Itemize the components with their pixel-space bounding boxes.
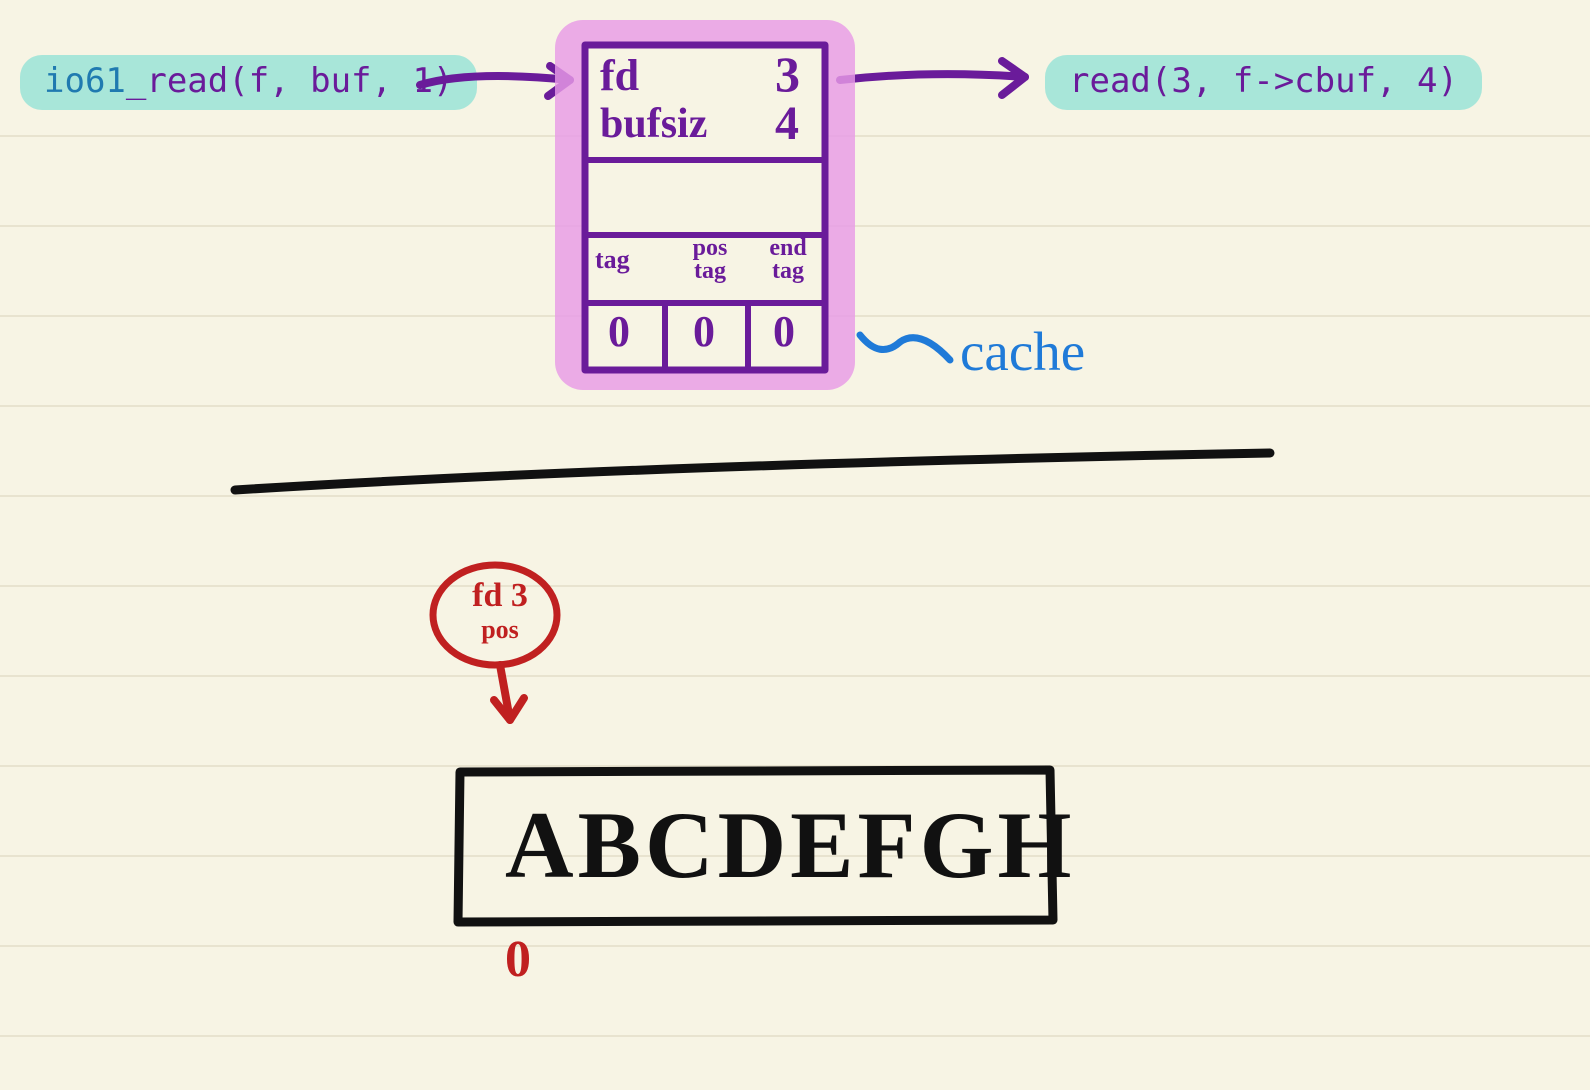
- call-io61-read: io61_read(f, buf, 1): [20, 55, 477, 110]
- fn-name: io61: [44, 61, 126, 101]
- fn-rest: _read(f, buf, 1): [126, 61, 454, 101]
- file-contents: ABCDEFGH: [505, 790, 1075, 900]
- fd-label: fd: [600, 50, 639, 101]
- val-tag: 0: [608, 306, 630, 357]
- bufsiz-label: bufsiz: [600, 100, 707, 148]
- divider-line: [230, 445, 1280, 505]
- arrow-struct-to-syscall: [830, 45, 1050, 115]
- val-postag: 0: [693, 306, 715, 357]
- cache-label: cache: [960, 320, 1085, 383]
- val-endtag: 0: [773, 306, 795, 357]
- col3-label: end tag: [758, 237, 818, 283]
- fd-value: 3: [775, 45, 800, 103]
- col2-label: pos tag: [680, 237, 740, 283]
- col1-label: tag: [595, 245, 630, 275]
- bufsiz-value: 4: [775, 96, 799, 151]
- offset-zero: 0: [505, 930, 531, 989]
- call-syscall-read: read(3, f->cbuf, 4): [1045, 55, 1482, 110]
- fd-pos-text: fd 3 pos: [455, 580, 545, 645]
- cache-squiggle: [855, 320, 965, 380]
